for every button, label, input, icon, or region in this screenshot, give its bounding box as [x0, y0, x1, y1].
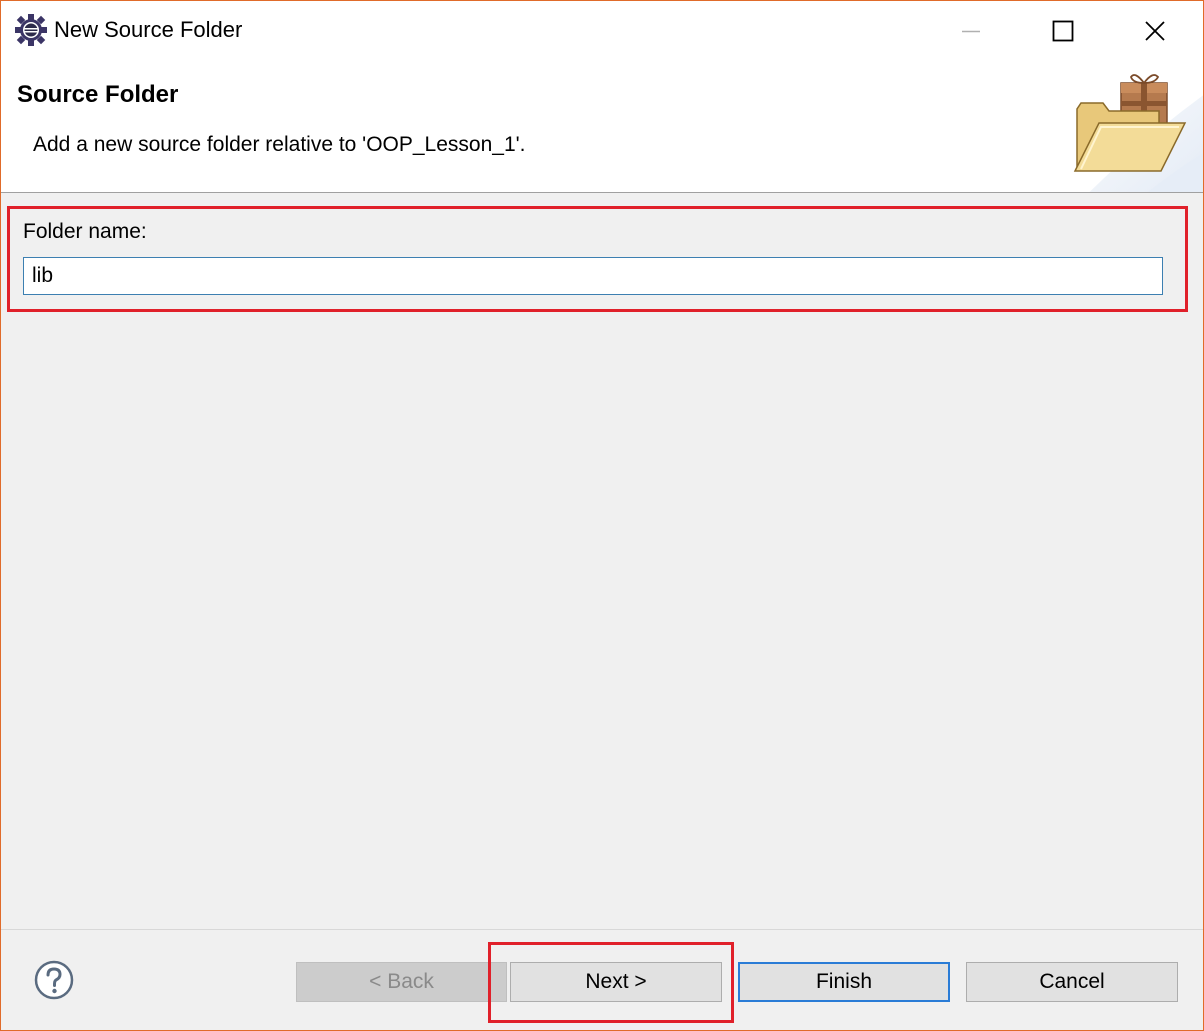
minimize-icon	[962, 30, 980, 33]
folder-name-highlight	[7, 206, 1188, 312]
minimize-button[interactable]	[925, 1, 1017, 61]
folder-with-package-icon	[1069, 71, 1189, 177]
help-button[interactable]	[34, 960, 74, 1000]
header-separator	[1, 192, 1203, 193]
back-button[interactable]: < Back	[296, 962, 507, 1002]
help-question-icon	[34, 960, 74, 1000]
wizard-header: Source Folder Add a new source folder re…	[1, 61, 1203, 192]
button-bar-separator	[1, 929, 1203, 930]
maximize-button[interactable]	[1017, 1, 1109, 61]
cancel-button[interactable]: Cancel	[966, 962, 1178, 1002]
window-title: New Source Folder	[54, 17, 243, 42]
eclipse-gear-icon	[15, 14, 47, 46]
maximize-icon	[1052, 20, 1074, 42]
close-button[interactable]	[1109, 1, 1201, 61]
finish-button[interactable]: Finish	[738, 962, 950, 1002]
page-description: Add a new source folder relative to 'OOP…	[33, 133, 526, 156]
new-source-folder-dialog: New Source Folder Source Folder Add a ne…	[0, 0, 1204, 1031]
page-title: Source Folder	[17, 81, 179, 108]
title-bar[interactable]: New Source Folder	[1, 1, 1203, 61]
close-icon	[1145, 21, 1165, 41]
next-button-highlight	[488, 942, 734, 1023]
